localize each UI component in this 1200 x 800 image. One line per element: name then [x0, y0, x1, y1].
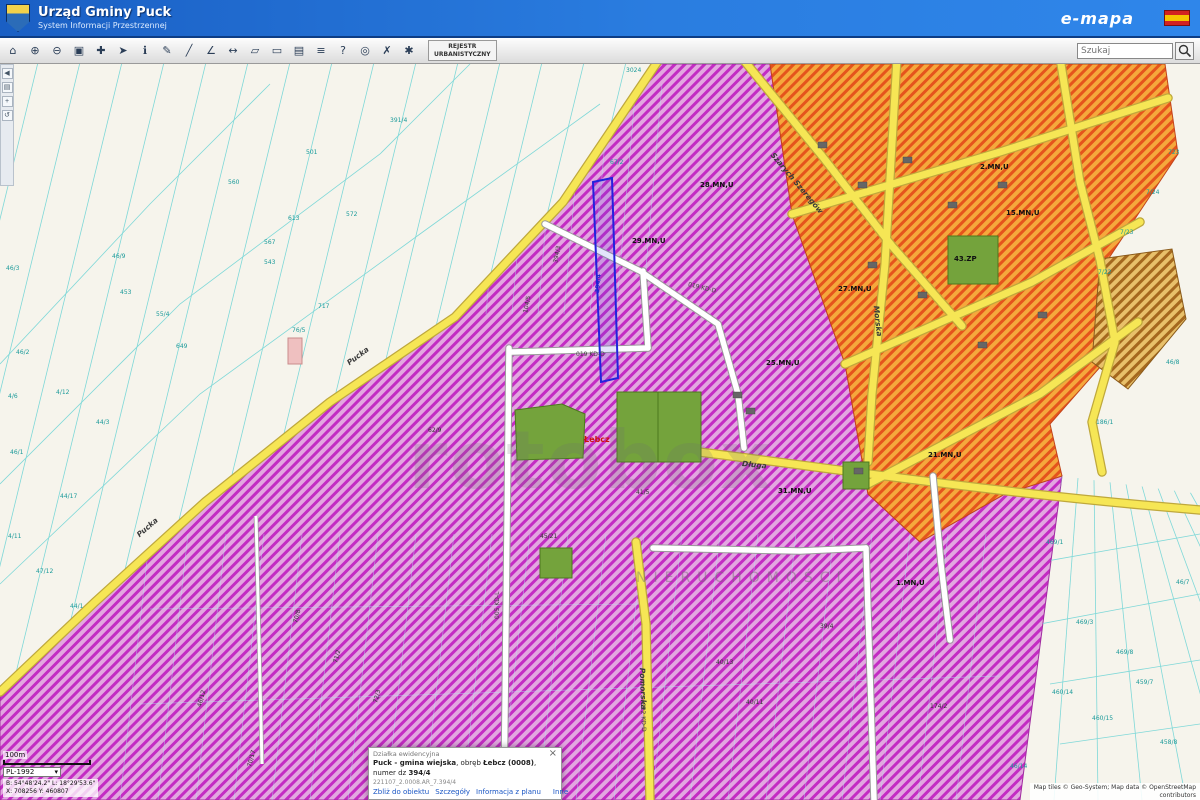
parcel-info-part: 394/4 — [408, 769, 430, 777]
search-icon — [1178, 44, 1192, 58]
add-layer-icon[interactable]: + — [2, 96, 13, 107]
rejestr-line1: REJESTR — [448, 43, 476, 50]
layers-icon[interactable]: ≡ — [310, 40, 332, 61]
attribution-line2: contributors — [1034, 792, 1196, 800]
settings-icon[interactable]: ✱ — [398, 40, 420, 61]
header: Urząd Gminy Puck System Informacji Przes… — [0, 0, 1200, 38]
toolbar-icons: ⌂⊕⊖▣✚➤ℹ✎╱∠↔▱▭▤≡?◎✗✱ — [0, 40, 420, 61]
home-icon[interactable]: ⌂ — [2, 40, 24, 61]
crs-value: PL-1992 — [6, 768, 34, 776]
print-icon[interactable]: ▤ — [288, 40, 310, 61]
map-canvas[interactable]: rotobox NIERUCHOMOŚCI 3024391/450167/256… — [0, 64, 1200, 800]
search-area — [1077, 42, 1194, 60]
measure-length-icon[interactable]: ↔ — [222, 40, 244, 61]
crs-selector[interactable]: PL-1992 ▾ — [3, 767, 61, 777]
draw-icon[interactable]: ✎ — [156, 40, 178, 61]
measure-area-icon[interactable]: ▱ — [244, 40, 266, 61]
parcel-info-text: Puck - gmina wiejska, obręb Łebcz (0008)… — [373, 759, 557, 778]
gps-icon[interactable]: ◎ — [354, 40, 376, 61]
map-toolbar: ⌂⊕⊖▣✚➤ℹ✎╱∠↔▱▭▤≡?◎✗✱ REJESTR URBANISTYCZN… — [0, 38, 1200, 64]
chevron-down-icon: ▾ — [54, 768, 58, 776]
coordinates-display: B: 54°48'24.2" L: 18°29'53.6" X: 708256 … — [3, 779, 98, 797]
coords-line1: B: 54°48'24.2" L: 18°29'53.6" — [6, 780, 95, 788]
legend-icon[interactable]: ▤ — [2, 82, 13, 93]
coat-of-arms-logo — [6, 4, 30, 32]
close-icon[interactable]: × — [549, 750, 557, 758]
scale-bar — [3, 760, 91, 765]
rejestr-line2: URBANISTYCZNY — [434, 51, 491, 58]
coords-line2: X: 708256 Y: 460807 — [6, 788, 95, 796]
clear-icon[interactable]: ✗ — [376, 40, 398, 61]
left-tool-strip: ◀ ▤ + ↺ — [0, 64, 14, 186]
statusbar: 100m PL-1992 ▾ B: 54°48'24.2" L: 18°29'5… — [3, 751, 183, 797]
attribution-line1: Map tiles © Geo-System; Map data © OpenS… — [1034, 784, 1196, 792]
measure-line-icon[interactable]: ╱ — [178, 40, 200, 61]
popup-title: Działka ewidencyjna — [373, 750, 439, 758]
identify-icon[interactable]: ℹ — [134, 40, 156, 61]
select-arrow-icon[interactable]: ➤ — [112, 40, 134, 61]
popup-link[interactable]: Szczegóły — [435, 788, 470, 796]
zoom-in-icon[interactable]: ⊕ — [24, 40, 46, 61]
popup-links: Zbliż do obiektu Szczegóły Informacja z pl… — [373, 788, 557, 796]
rejestr-urbanistyczny-button[interactable]: REJESTR URBANISTYCZNY — [428, 40, 497, 60]
language-flag-icon[interactable] — [1164, 10, 1190, 26]
zoom-out-icon[interactable]: ⊖ — [46, 40, 68, 61]
search-button[interactable] — [1175, 42, 1194, 60]
scale-label: 100m — [3, 751, 27, 759]
map-attribution: Map tiles © Geo-System; Map data © OpenS… — [1030, 783, 1200, 800]
help-icon[interactable]: ? — [332, 40, 354, 61]
popup-link[interactable]: Inne — [553, 788, 568, 796]
collapse-panel-icon[interactable]: ◀ — [2, 68, 13, 79]
app-title: Urząd Gminy Puck — [38, 6, 171, 20]
search-input[interactable] — [1077, 43, 1173, 59]
popup-link[interactable]: Informacja z planu — [476, 788, 541, 796]
parcel-info-part: Łebcz (0008) — [483, 759, 534, 767]
parcel-id: 221107_2.0008.AR_7.394/4 — [373, 779, 557, 786]
map-drawing — [0, 64, 1200, 800]
ruler-icon[interactable]: ▭ — [266, 40, 288, 61]
pan-icon[interactable]: ✚ — [90, 40, 112, 61]
full-extent-icon[interactable]: ▣ — [68, 40, 90, 61]
parcel-info-part: Puck - gmina wiejska — [373, 759, 456, 767]
emapa-logo[interactable]: e-mapa — [1061, 9, 1134, 28]
measure-angle-icon[interactable]: ∠ — [200, 40, 222, 61]
parcel-info-popup: Działka ewidencyjna × Puck - gmina wiejs… — [368, 747, 562, 800]
zoom-previous-icon[interactable]: ↺ — [2, 110, 13, 121]
app-subtitle: System Informacji Przestrzennej — [38, 21, 171, 30]
popup-link[interactable]: Zbliż do obiektu — [373, 788, 429, 796]
parcel-info-part: , obręb — [456, 759, 483, 767]
app-window: Urząd Gminy Puck System Informacji Przes… — [0, 0, 1200, 800]
